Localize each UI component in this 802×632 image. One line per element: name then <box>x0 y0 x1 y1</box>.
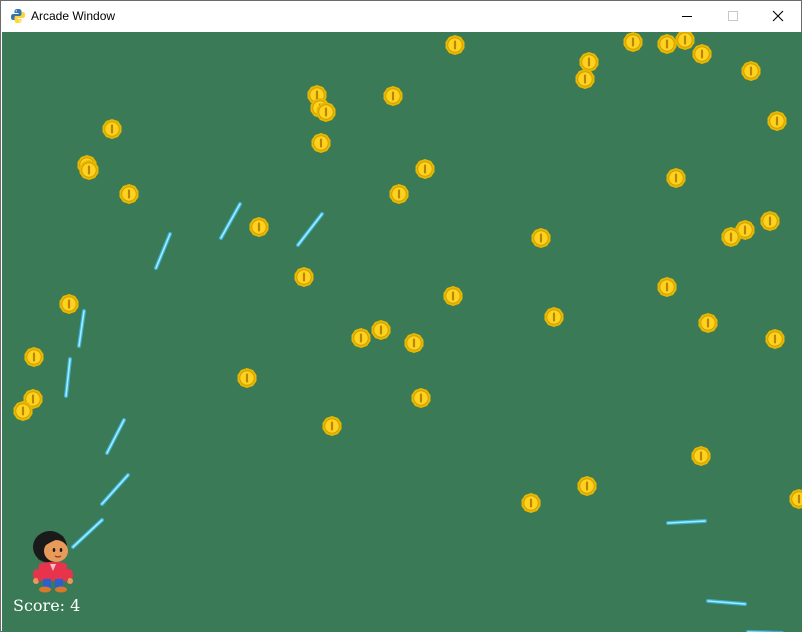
laser-sprite <box>77 309 86 348</box>
coin-sprite <box>102 119 122 139</box>
coin-sprite <box>13 401 33 421</box>
close-button[interactable] <box>755 1 801 31</box>
score-label: Score: 4 <box>13 596 81 615</box>
coin-sprite <box>443 286 463 306</box>
coin-sprite <box>691 446 711 466</box>
coin-sprite <box>623 32 643 52</box>
coin-sprite <box>79 160 99 180</box>
coin-sprite <box>316 102 336 122</box>
laser-sprite <box>64 357 72 398</box>
coin-sprite <box>544 307 564 327</box>
close-icon <box>772 10 784 22</box>
coin-sprite <box>371 320 391 340</box>
coin-sprite <box>741 61 761 81</box>
coin-sprite <box>415 159 435 179</box>
laser-sprite <box>154 232 172 270</box>
laser-sprite <box>105 418 126 455</box>
coin-sprite <box>767 111 787 131</box>
coin-sprite <box>294 267 314 287</box>
coin-sprite <box>404 333 424 353</box>
coin-sprite <box>692 44 712 64</box>
coin-sprite <box>657 277 677 297</box>
coin-sprite <box>760 211 780 231</box>
coin-sprite <box>521 493 541 513</box>
coin-sprite <box>575 69 595 89</box>
coin-sprite <box>445 35 465 55</box>
coin-sprite <box>666 168 686 188</box>
laser-sprite <box>706 599 747 606</box>
coin-sprite <box>577 476 597 496</box>
laser-sprite <box>746 630 784 632</box>
window-title: Arcade Window <box>31 9 116 23</box>
laser-sprite <box>100 473 130 506</box>
minimize-icon <box>682 16 692 17</box>
maximize-icon <box>728 11 738 21</box>
coin-sprite <box>24 347 44 367</box>
coin-sprite <box>311 133 331 153</box>
coin-sprite <box>789 489 802 509</box>
coin-sprite <box>411 388 431 408</box>
coin-sprite <box>531 228 551 248</box>
minimize-button[interactable] <box>664 1 710 31</box>
arcade-window: Arcade Window Score: 4 <box>0 0 802 632</box>
coin-sprite <box>237 368 257 388</box>
coin-sprite <box>698 313 718 333</box>
laser-sprite <box>219 202 242 240</box>
maximize-button[interactable] <box>710 1 756 31</box>
python-logo-icon <box>11 9 25 23</box>
laser-sprite <box>666 519 707 525</box>
coin-sprite <box>322 416 342 436</box>
coin-sprite <box>383 86 403 106</box>
coin-sprite <box>351 328 371 348</box>
coin-sprite <box>721 227 741 247</box>
coin-sprite <box>765 329 785 349</box>
game-canvas[interactable]: Score: 4 <box>2 32 802 632</box>
coin-sprite <box>389 184 409 204</box>
laser-sprite <box>71 518 104 549</box>
title-bar[interactable]: Arcade Window <box>1 1 801 31</box>
coin-sprite <box>249 217 269 237</box>
coin-sprite <box>119 184 139 204</box>
laser-sprite <box>296 212 324 247</box>
